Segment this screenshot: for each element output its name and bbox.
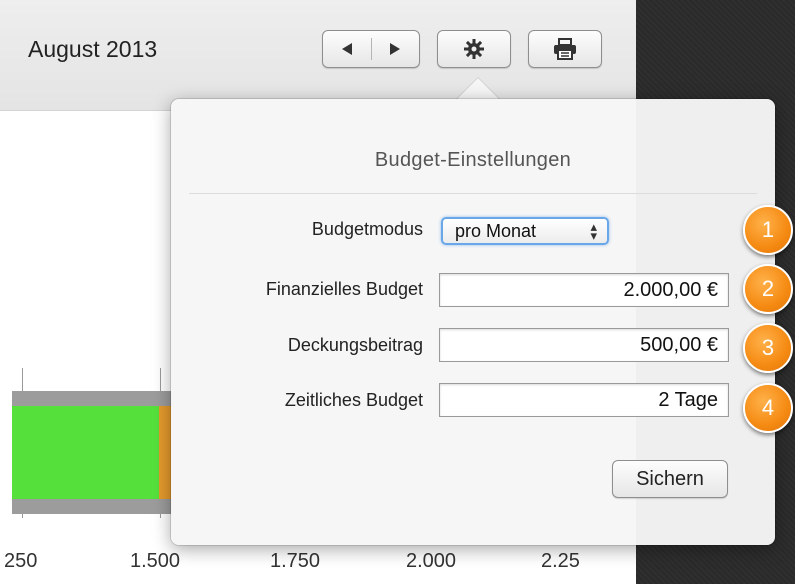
gear-icon xyxy=(464,39,484,59)
up-down-arrows-icon: ▴ ▾ xyxy=(590,219,597,243)
triangle-right-icon xyxy=(390,43,401,55)
contribution-margin-field[interactable]: 500,00 € xyxy=(439,328,729,362)
popover-arrow xyxy=(456,78,500,100)
next-month-button[interactable] xyxy=(372,31,420,67)
axis-tick-label: 250 xyxy=(4,550,38,572)
contribution-margin-label: Deckungsbeitrag xyxy=(287,335,423,355)
save-button[interactable]: Sichern xyxy=(612,460,728,498)
budget-bar-orange xyxy=(159,406,171,499)
budget-mode-label: Budgetmodus xyxy=(311,219,423,239)
budget-mode-value: pro Monat xyxy=(455,220,537,241)
budget-settings-popover: Budget-Einstellungen Budgetmodus pro Mon… xyxy=(171,99,775,545)
callout-badge: 2 xyxy=(743,264,793,314)
time-budget-field[interactable]: 2 Tage xyxy=(439,383,729,417)
previous-month-button[interactable] xyxy=(323,31,371,67)
settings-button[interactable] xyxy=(437,30,511,68)
axis-tick-label: 1.500 xyxy=(130,550,181,572)
financial-budget-label: Finanzielles Budget xyxy=(265,279,423,299)
month-title: August 2013 xyxy=(28,36,158,62)
callout-badge: 4 xyxy=(743,383,793,433)
triangle-left-icon xyxy=(341,43,352,55)
axis-tick-label: 2.25 xyxy=(541,550,580,572)
callout-badge: 1 xyxy=(743,205,793,255)
budget-bar-top-edge xyxy=(12,391,172,406)
time-budget-label: Zeitliches Budget xyxy=(284,390,423,410)
toolbar: August 2013 xyxy=(0,0,636,111)
print-button[interactable] xyxy=(528,30,602,68)
budget-bar-green xyxy=(12,406,160,499)
popover-title: Budget-Einstellungen xyxy=(374,149,572,171)
axis-tick-label: 1.750 xyxy=(270,550,321,572)
callout-badge: 3 xyxy=(743,323,793,373)
financial-budget-field[interactable]: 2.000,00 € xyxy=(439,273,729,307)
popover-divider xyxy=(189,193,757,194)
budget-mode-select[interactable]: pro Monat ▴ ▾ xyxy=(441,217,609,245)
month-nav-segmented-control xyxy=(322,30,420,68)
axis-tick-label: 2.000 xyxy=(406,550,457,572)
printer-icon xyxy=(554,38,576,60)
budget-bar-bottom-edge xyxy=(12,499,172,514)
